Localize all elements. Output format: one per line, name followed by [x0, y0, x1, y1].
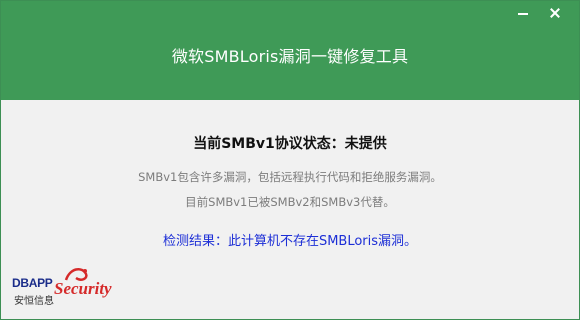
close-button[interactable]	[539, 1, 571, 25]
close-icon	[549, 7, 561, 19]
logo-brand-chinese: 安恒信息	[14, 296, 54, 307]
description-line-1: SMBv1包含许多漏洞，包括远程执行代码和拒绝服务漏洞。	[138, 170, 442, 184]
window-title: 微软SMBLoris漏洞一键修复工具	[171, 47, 409, 66]
logo-brand-security: Security	[54, 279, 112, 298]
smbv1-status-text: 当前SMBv1协议状态：未提供	[193, 136, 387, 152]
logo-brand-dbapp: DBAPP	[12, 276, 53, 290]
detection-result-text: 检测结果：此计算机不存在SMBLoris漏洞。	[162, 234, 418, 249]
dbappsecurity-logo: DBAPP Security 安恒信息	[12, 266, 137, 310]
app-window: 微软SMBLoris漏洞一键修复工具 当前SMBv1协议状态：未提供 SMBv1…	[0, 0, 580, 320]
minimize-button[interactable]	[507, 1, 539, 25]
title-bar: 微软SMBLoris漏洞一键修复工具	[1, 1, 579, 100]
minimize-icon	[518, 13, 528, 15]
description-line-2: 目前SMBv1已被SMBv2和SMBv3代替。	[185, 195, 395, 209]
